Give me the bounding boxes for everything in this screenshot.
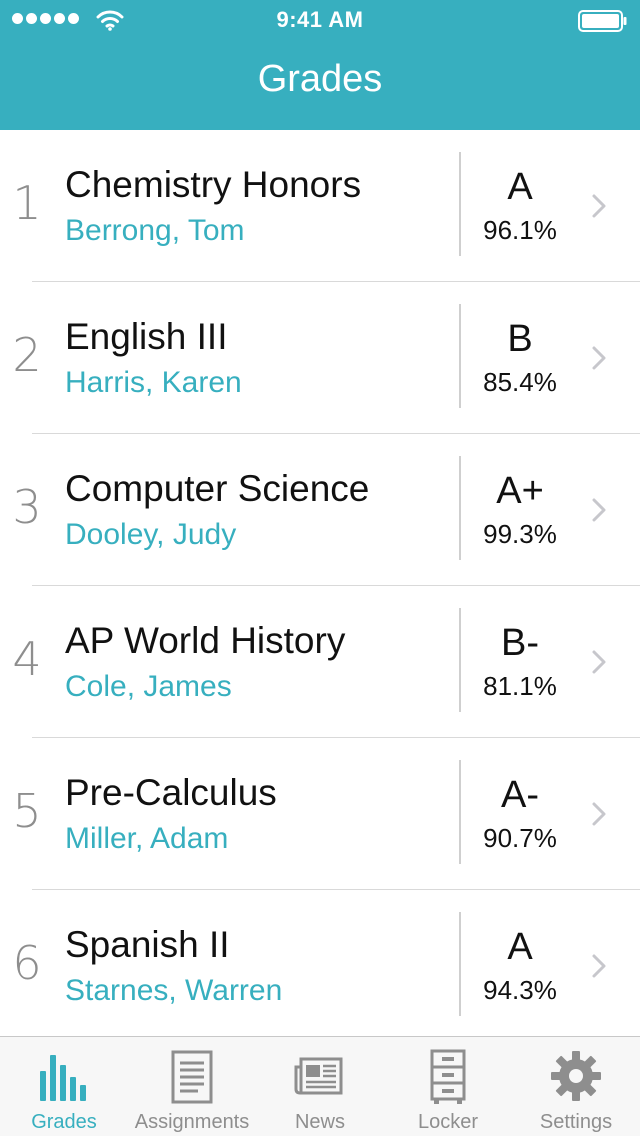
teacher-name: Starnes, Warren: [65, 974, 283, 1007]
tab-assignments[interactable]: Assignments: [128, 1037, 256, 1136]
grade-percent: 94.3%: [483, 975, 557, 1005]
tab-label: Assignments: [134, 1111, 250, 1133]
course-rank: 3: [12, 480, 42, 534]
course-row[interactable]: 1 Chemistry Honors Berrong, Tom A 96.1%: [0, 130, 640, 282]
grades-bars-icon: [40, 1055, 86, 1101]
chevron-right-icon: [592, 498, 606, 522]
course-row[interactable]: 2 English III Harris, Karen B 85.4%: [0, 282, 640, 434]
column-divider: [459, 304, 461, 408]
teacher-name: Miller, Adam: [65, 822, 229, 855]
chevron-right-icon: [592, 954, 606, 978]
course-row[interactable]: 4 AP World History Cole, James B- 81.1%: [0, 586, 640, 738]
chevron-right-icon: [592, 346, 606, 370]
settings-gear-icon: [551, 1051, 601, 1101]
teacher-name: Dooley, Judy: [65, 518, 237, 551]
status-bar: 9:41 AM: [0, 0, 640, 40]
letter-grade: A-: [501, 774, 539, 816]
tab-settings[interactable]: Settings: [512, 1037, 640, 1136]
course-rank: 2: [12, 328, 42, 382]
course-row[interactable]: 6 Spanish II Starnes, Warren A 94.3%: [0, 890, 640, 1042]
course-name: Computer Science: [65, 468, 370, 509]
grade-percent: 96.1%: [483, 215, 557, 245]
teacher-name: Berrong, Tom: [65, 214, 245, 247]
column-divider: [459, 912, 461, 1016]
chevron-right-icon: [592, 650, 606, 674]
news-newspaper-icon: [294, 1057, 343, 1095]
assignments-document-icon: [171, 1050, 213, 1104]
letter-grade: B: [507, 318, 533, 360]
tab-locker[interactable]: Locker: [384, 1037, 512, 1136]
tab-news[interactable]: News: [256, 1037, 384, 1136]
course-rank: 5: [12, 784, 42, 838]
nav-header: 9:41 AM Grades: [0, 0, 640, 130]
column-divider: [459, 456, 461, 560]
course-row[interactable]: 5 Pre-Calculus Miller, Adam A- 90.7%: [0, 738, 640, 890]
tab-grades[interactable]: Grades: [0, 1037, 128, 1136]
course-row[interactable]: 3 Computer Science Dooley, Judy A+ 99.3%: [0, 434, 640, 586]
tab-bar: Grades Assignments News Locker Settings: [0, 1036, 640, 1136]
column-divider: [459, 608, 461, 712]
column-divider: [459, 152, 461, 256]
course-rank: 4: [12, 632, 42, 686]
chevron-right-icon: [592, 802, 606, 826]
page-title: Grades: [257, 58, 383, 100]
tab-label: Settings: [539, 1111, 613, 1133]
letter-grade: A: [507, 926, 533, 968]
course-name: AP World History: [65, 620, 346, 661]
course-rank: 6: [12, 936, 42, 990]
tab-label: Grades: [31, 1111, 97, 1133]
teacher-name: Cole, James: [65, 670, 232, 703]
course-name: English III: [65, 316, 228, 357]
grade-percent: 90.7%: [483, 823, 557, 853]
letter-grade: A: [507, 166, 533, 208]
chevron-right-icon: [592, 194, 606, 218]
tab-label: News: [294, 1111, 345, 1133]
locker-cabinet-icon: [430, 1049, 466, 1104]
teacher-name: Harris, Karen: [65, 366, 242, 399]
letter-grade: B-: [501, 622, 539, 664]
grade-percent: 85.4%: [483, 367, 557, 397]
grade-percent: 99.3%: [483, 519, 557, 549]
battery-icon: [578, 10, 627, 32]
status-time: 9:41 AM: [276, 7, 364, 32]
tab-label: Locker: [417, 1111, 479, 1133]
letter-grade: A+: [496, 470, 544, 512]
grade-percent: 81.1%: [483, 671, 557, 701]
column-divider: [459, 760, 461, 864]
course-rank: 1: [12, 176, 42, 230]
course-list: 1 Chemistry Honors Berrong, Tom A 96.1% …: [0, 130, 640, 1042]
course-name: Chemistry Honors: [65, 164, 362, 205]
course-name: Pre-Calculus: [65, 772, 277, 813]
course-name: Spanish II: [65, 924, 230, 965]
